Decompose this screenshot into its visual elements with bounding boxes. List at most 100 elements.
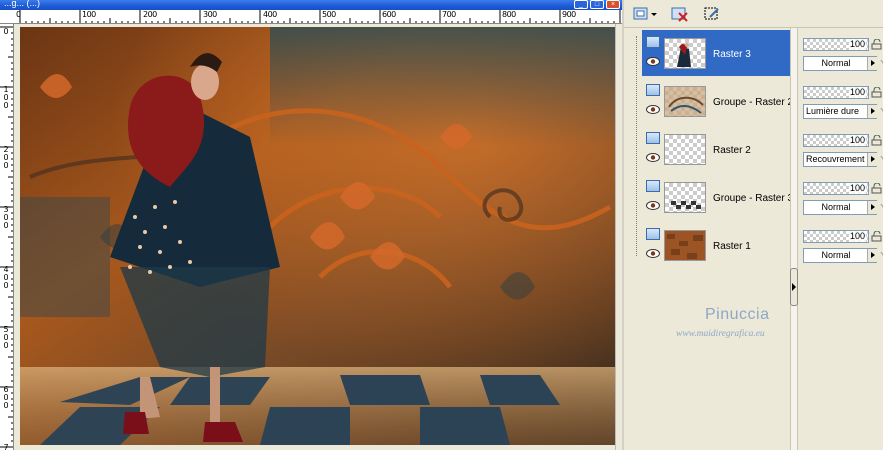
lock-transparency-icon[interactable]	[871, 135, 883, 146]
layer-properties-group-raster-2: 100 Lumière dure	[801, 82, 883, 128]
ruler-label: 100	[3, 85, 9, 110]
ruler-label: 0	[16, 10, 21, 19]
blend-mode-select[interactable]: Normal	[803, 200, 877, 215]
lock-transparency-icon[interactable]	[871, 39, 883, 50]
close-button[interactable]: ×	[606, 0, 620, 9]
opacity-slider[interactable]: 100	[803, 86, 869, 99]
opacity-value: 100	[848, 135, 866, 146]
maximize-button[interactable]: □	[590, 0, 604, 9]
layer-name: Raster 1	[713, 241, 751, 252]
delete-layer-icon[interactable]	[670, 5, 690, 23]
ruler-label: 400	[3, 265, 9, 290]
layer-name: Groupe - Raster 3	[713, 193, 794, 204]
watermark-title: Pinuccia	[705, 306, 770, 323]
layers-palette: Raster 3 Groupe - Raster 2 Raster 2 Grou…	[622, 0, 883, 450]
opacity-slider[interactable]: 100	[803, 230, 869, 243]
window-controls: _ □ ×	[574, 0, 620, 10]
layer-thumbnail	[664, 86, 706, 117]
ruler-label: 500	[322, 10, 336, 19]
group-layer-icon	[646, 84, 660, 96]
blend-mode-dropdown-arrow[interactable]	[867, 249, 877, 262]
expand-arrow-icon	[792, 283, 796, 291]
layer-name: Raster 2	[713, 145, 751, 156]
layer-properties-raster-3: 100 Normal	[801, 34, 883, 80]
blend-mode-dropdown-arrow[interactable]	[867, 57, 877, 70]
visibility-eye-icon[interactable]	[646, 249, 660, 258]
blend-mode-select[interactable]: Normal	[803, 248, 877, 263]
layer-properties-group-raster-3: 100 Normal	[801, 178, 883, 224]
opacity-value: 100	[848, 87, 866, 98]
arrow-right-icon	[871, 252, 875, 258]
minimize-button[interactable]: _	[574, 0, 588, 9]
lock-transparency-icon[interactable]	[871, 183, 883, 194]
opacity-value: 100	[848, 231, 866, 242]
blend-mode-dropdown-arrow[interactable]	[867, 201, 877, 214]
ruler-label: 600	[382, 10, 396, 19]
opacity-slider[interactable]: 100	[803, 38, 869, 51]
arrow-right-icon	[871, 204, 875, 210]
layer-row-raster-3[interactable]: Raster 3	[642, 30, 794, 76]
layer-thumbnail	[664, 134, 706, 165]
layer-row-raster-2[interactable]: Raster 2	[642, 126, 794, 172]
layer-name: Groupe - Raster 2	[713, 97, 794, 108]
ruler-label: 0	[3, 27, 9, 36]
raster-layer-icon	[646, 36, 660, 48]
visibility-eye-icon[interactable]	[646, 201, 660, 210]
canvas-vertical-scrollbar[interactable]	[615, 24, 622, 450]
collapse-panel-button[interactable]	[790, 268, 798, 306]
new-layer-icon[interactable]	[632, 5, 652, 23]
image-window-titlebar[interactable]: ...g... (...) _ □ ×	[0, 0, 622, 10]
canvas-image[interactable]	[20, 27, 620, 445]
link-icon[interactable]	[879, 154, 883, 164]
layer-properties-raster-2: 100 Recouvrement	[801, 130, 883, 176]
lock-transparency-icon[interactable]	[871, 87, 883, 98]
watermark-url: www.maidiregrafica.eu	[676, 329, 765, 339]
ruler-label: 200	[3, 145, 9, 170]
layer-list: Raster 3 Groupe - Raster 2 Raster 2 Grou…	[630, 28, 794, 328]
blend-mode-select[interactable]: Recouvrement	[803, 152, 877, 167]
lock-transparency-icon[interactable]	[871, 231, 883, 242]
layer-row-raster-1[interactable]: Raster 1	[642, 222, 794, 268]
visibility-eye-icon[interactable]	[646, 105, 660, 114]
vertical-ruler[interactable]: 0 100 200 300 400 500 600 700	[0, 24, 14, 450]
visibility-eye-icon[interactable]	[646, 153, 660, 162]
layer-row-group-raster-2[interactable]: Groupe - Raster 2	[642, 78, 794, 124]
layer-thumbnail	[664, 38, 706, 69]
arrow-right-icon	[871, 60, 875, 66]
link-icon[interactable]	[879, 58, 883, 68]
group-layer-icon	[646, 180, 660, 192]
layers-toolbar	[624, 0, 883, 28]
blend-mode-select[interactable]: Normal	[803, 56, 877, 71]
opacity-slider[interactable]: 100	[803, 182, 869, 195]
opacity-slider[interactable]: 100	[803, 134, 869, 147]
layer-name: Raster 3	[713, 49, 751, 60]
blend-mode-dropdown-arrow[interactable]	[867, 153, 877, 166]
link-icon[interactable]	[879, 202, 883, 212]
ruler-label: 600	[3, 385, 9, 410]
ruler-label: 700	[442, 10, 456, 19]
layer-list-scrollbar[interactable]	[790, 28, 798, 450]
dropdown-arrow-icon[interactable]	[650, 5, 658, 23]
horizontal-ruler[interactable]: 0 100 200 300 400 500 600 700 800 900	[0, 10, 622, 24]
ruler-label: 500	[3, 325, 9, 350]
visibility-eye-icon[interactable]	[646, 57, 660, 66]
blend-mode-dropdown-arrow[interactable]	[867, 105, 877, 118]
arrow-right-icon	[871, 108, 875, 114]
opacity-value: 100	[848, 39, 866, 50]
raster-layer-icon	[646, 228, 660, 240]
ruler-label: 100	[82, 10, 96, 19]
ruler-label: 700	[3, 443, 9, 450]
opacity-value: 100	[848, 183, 866, 194]
layer-thumbnail	[664, 182, 706, 213]
image-window-title: ...g... (...)	[4, 0, 41, 8]
link-icon[interactable]	[879, 250, 883, 260]
layer-row-group-raster-3[interactable]: Groupe - Raster 3	[642, 174, 794, 220]
link-icon[interactable]	[879, 106, 883, 116]
mask-icon[interactable]	[702, 5, 722, 23]
layer-properties-raster-1: 100 Normal	[801, 226, 883, 272]
ruler-label: 300	[203, 10, 217, 19]
blend-mode-select[interactable]: Lumière dure	[803, 104, 877, 119]
ruler-label: 200	[143, 10, 157, 19]
ruler-label: 900	[562, 10, 576, 19]
ruler-label: 400	[263, 10, 277, 19]
